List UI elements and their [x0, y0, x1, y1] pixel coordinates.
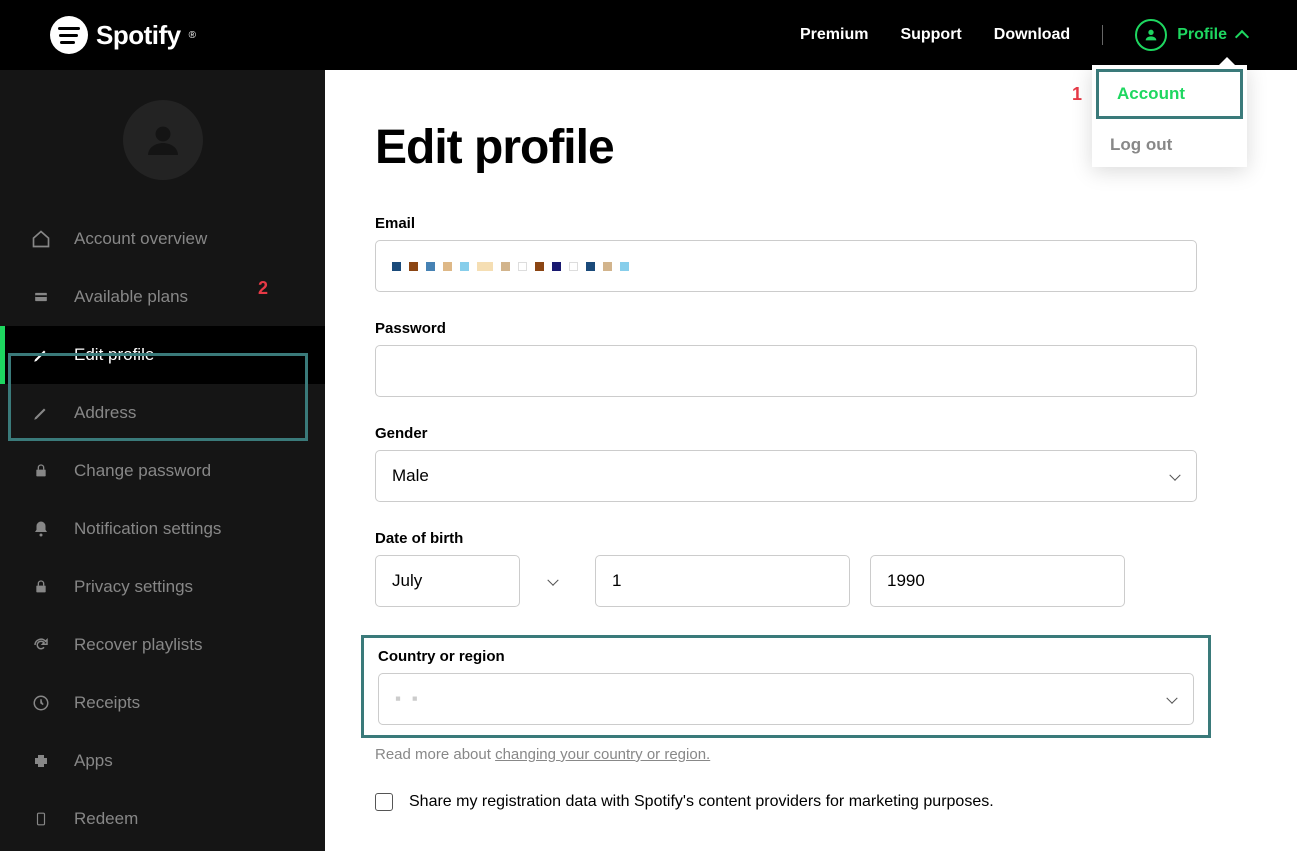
country-select[interactable]: ▪ ▪	[378, 673, 1194, 725]
spotify-icon	[50, 16, 88, 54]
nav-download[interactable]: Download	[994, 26, 1070, 44]
sidebar-item-label: Address	[74, 403, 136, 423]
profile-label: Profile	[1177, 26, 1227, 44]
gender-label: Gender	[375, 425, 1197, 442]
sidebar-item-account-overview[interactable]: Account overview	[0, 210, 325, 268]
sidebar-item-notification-settings[interactable]: Notification settings	[0, 500, 325, 558]
chevron-up-icon	[1235, 30, 1249, 44]
sidebar-item-label: Change password	[74, 461, 211, 481]
password-field[interactable]	[375, 345, 1197, 397]
country-hint: Read more about changing your country or…	[375, 746, 1197, 763]
header: Spotify ® Premium Support Download Profi…	[0, 0, 1297, 70]
sidebar-avatar	[123, 100, 203, 180]
clock-icon	[30, 692, 52, 714]
card-icon	[30, 286, 52, 308]
sidebar-item-change-password[interactable]: Change password	[0, 442, 325, 500]
sidebar-item-label: Redeem	[74, 809, 138, 829]
puzzle-icon	[30, 750, 52, 772]
marketing-checkbox[interactable]	[375, 793, 393, 811]
sidebar-item-label: Apps	[74, 751, 113, 771]
pencil-icon	[30, 402, 52, 424]
sidebar-item-label: Notification settings	[74, 519, 221, 539]
email-group: Email	[375, 215, 1197, 292]
nav-support[interactable]: Support	[900, 26, 961, 44]
annotation-1: 1	[1072, 84, 1082, 105]
bell-icon	[30, 518, 52, 540]
content-area: Account overview Available plans Edit pr…	[0, 70, 1297, 851]
page-title: Edit profile	[375, 120, 1197, 175]
email-label: Email	[375, 215, 1197, 232]
sidebar-item-address[interactable]: Address	[0, 384, 325, 442]
dropdown-logout[interactable]: Log out	[1092, 123, 1247, 167]
refresh-icon	[30, 634, 52, 656]
dob-month-select[interactable]: July	[375, 555, 520, 607]
nav-premium[interactable]: Premium	[800, 26, 868, 44]
dob-label: Date of birth	[375, 530, 1197, 547]
sidebar-item-label: Receipts	[74, 693, 140, 713]
sidebar-item-available-plans[interactable]: Available plans	[0, 268, 325, 326]
sidebar-item-receipts[interactable]: Receipts	[0, 674, 325, 732]
sidebar-item-privacy-settings[interactable]: Privacy settings	[0, 558, 325, 616]
country-label: Country or region	[378, 648, 1194, 665]
lock-icon	[30, 460, 52, 482]
country-hint-link[interactable]: changing your country or region.	[495, 746, 710, 763]
country-group: Country or region ▪ ▪	[378, 648, 1194, 725]
sidebar-item-label: Available plans	[74, 287, 188, 307]
password-label: Password	[375, 320, 1197, 337]
gender-group: Gender Male	[375, 425, 1197, 502]
lock-icon	[30, 576, 52, 598]
sidebar-item-recover-playlists[interactable]: Recover playlists	[0, 616, 325, 674]
annotation-2: 2	[258, 278, 268, 299]
marketing-checkbox-row: Share my registration data with Spotify'…	[375, 793, 1197, 811]
highlight-box-3: Country or region ▪ ▪	[361, 635, 1211, 738]
gender-select[interactable]: Male	[375, 450, 1197, 502]
profile-avatar-icon	[1135, 19, 1167, 51]
chevron-down-icon	[547, 575, 558, 586]
dob-year-field[interactable]	[870, 555, 1125, 607]
password-group: Password	[375, 320, 1197, 397]
sidebar-item-redeem[interactable]: Redeem	[0, 790, 325, 848]
profile-dropdown: Account Log out	[1092, 65, 1247, 167]
phone-icon	[30, 808, 52, 830]
top-nav: Premium Support Download Profile	[800, 19, 1247, 51]
sidebar-item-label: Edit profile	[74, 345, 154, 365]
profile-button[interactable]: Profile	[1135, 19, 1247, 51]
sidebar-item-label: Account overview	[74, 229, 207, 249]
dob-day-field[interactable]	[595, 555, 850, 607]
pencil-icon	[30, 344, 52, 366]
email-field[interactable]	[375, 240, 1197, 292]
sidebar: Account overview Available plans Edit pr…	[0, 70, 325, 851]
spotify-logo[interactable]: Spotify ®	[50, 16, 196, 54]
sidebar-item-edit-profile[interactable]: Edit profile	[0, 326, 325, 384]
dob-group: Date of birth July	[375, 530, 1197, 607]
sidebar-item-label: Privacy settings	[74, 577, 193, 597]
marketing-label: Share my registration data with Spotify'…	[409, 793, 994, 811]
home-icon	[30, 228, 52, 250]
brand-name: Spotify	[96, 20, 181, 51]
dropdown-account[interactable]: Account	[1096, 69, 1243, 119]
main-content: Edit profile Email Password Gender Male	[325, 70, 1297, 851]
sidebar-item-label: Recover playlists	[74, 635, 203, 655]
sidebar-item-apps[interactable]: Apps	[0, 732, 325, 790]
nav-divider	[1102, 25, 1103, 45]
